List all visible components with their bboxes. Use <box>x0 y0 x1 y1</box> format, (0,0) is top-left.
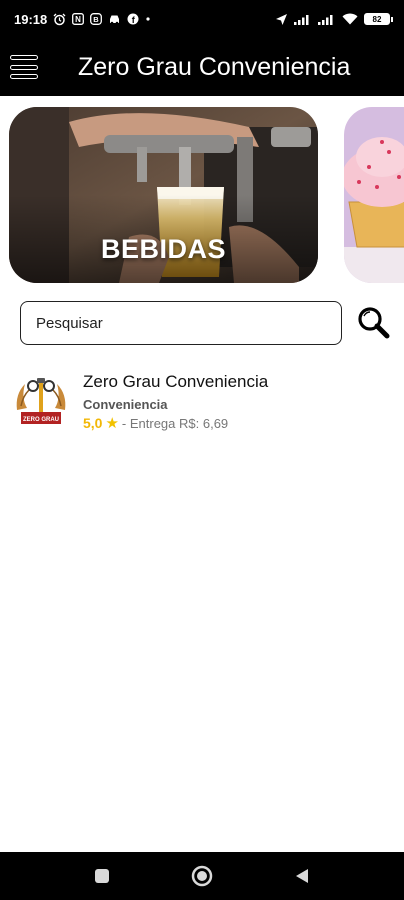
status-bar: 19:18 N B f 82 <box>0 0 404 38</box>
zero-grau-logo: ZERO GRAU <box>11 372 71 432</box>
search-button[interactable] <box>354 305 392 343</box>
nfc-icon: N <box>72 13 85 25</box>
battery-icon: 82 <box>364 13 393 25</box>
store-rating: 5,0 <box>83 415 103 431</box>
search-input[interactable] <box>20 301 342 345</box>
svg-text:N: N <box>75 15 81 24</box>
battery-level: 82 <box>372 14 382 24</box>
star-icon: ★ <box>105 414 119 432</box>
home-icon[interactable] <box>187 861 217 891</box>
app-bar: Zero Grau Conveniencia <box>0 38 404 96</box>
store-list-item[interactable]: ZERO GRAU Zero Grau Conveniencia Conveni… <box>0 366 404 436</box>
app-title: Zero Grau Conveniencia <box>78 52 351 81</box>
category-card-bebidas[interactable]: BEBIDAS <box>9 107 318 283</box>
store-info: Zero Grau Conveniencia Conveniencia 5,0 … <box>83 366 268 431</box>
category-label: BEBIDAS <box>100 234 226 264</box>
store-meta: 5,0 ★ - Entrega R$: 6,69 <box>83 415 268 431</box>
alarm-icon <box>53 13 66 26</box>
car-icon <box>108 14 121 25</box>
category-card-doces[interactable] <box>344 107 404 283</box>
location-icon <box>275 13 288 26</box>
store-category: Conveniencia <box>83 397 168 412</box>
dot-icon <box>145 16 151 22</box>
category-carousel[interactable]: BEBIDAS <box>0 107 404 283</box>
magnifier-icon <box>358 307 390 339</box>
cupcake-photo <box>344 107 404 283</box>
recent-apps-icon[interactable] <box>87 861 117 891</box>
wifi-icon <box>342 13 358 25</box>
back-icon[interactable] <box>287 861 317 891</box>
store-delivery: - Entrega R$: 6,69 <box>121 415 229 431</box>
signal-icon <box>294 13 312 25</box>
system-nav-bar <box>0 852 404 900</box>
hamburger-menu-icon[interactable] <box>10 53 38 81</box>
facebook-icon: f <box>127 13 139 25</box>
svg-text:ZERO GRAU: ZERO GRAU <box>23 417 59 423</box>
signal-icon <box>318 13 336 25</box>
svg-text:B: B <box>94 15 100 24</box>
app-icon: B <box>90 13 103 25</box>
store-name: Zero Grau Conveniencia <box>83 372 269 391</box>
status-time: 19:18 <box>14 11 48 27</box>
